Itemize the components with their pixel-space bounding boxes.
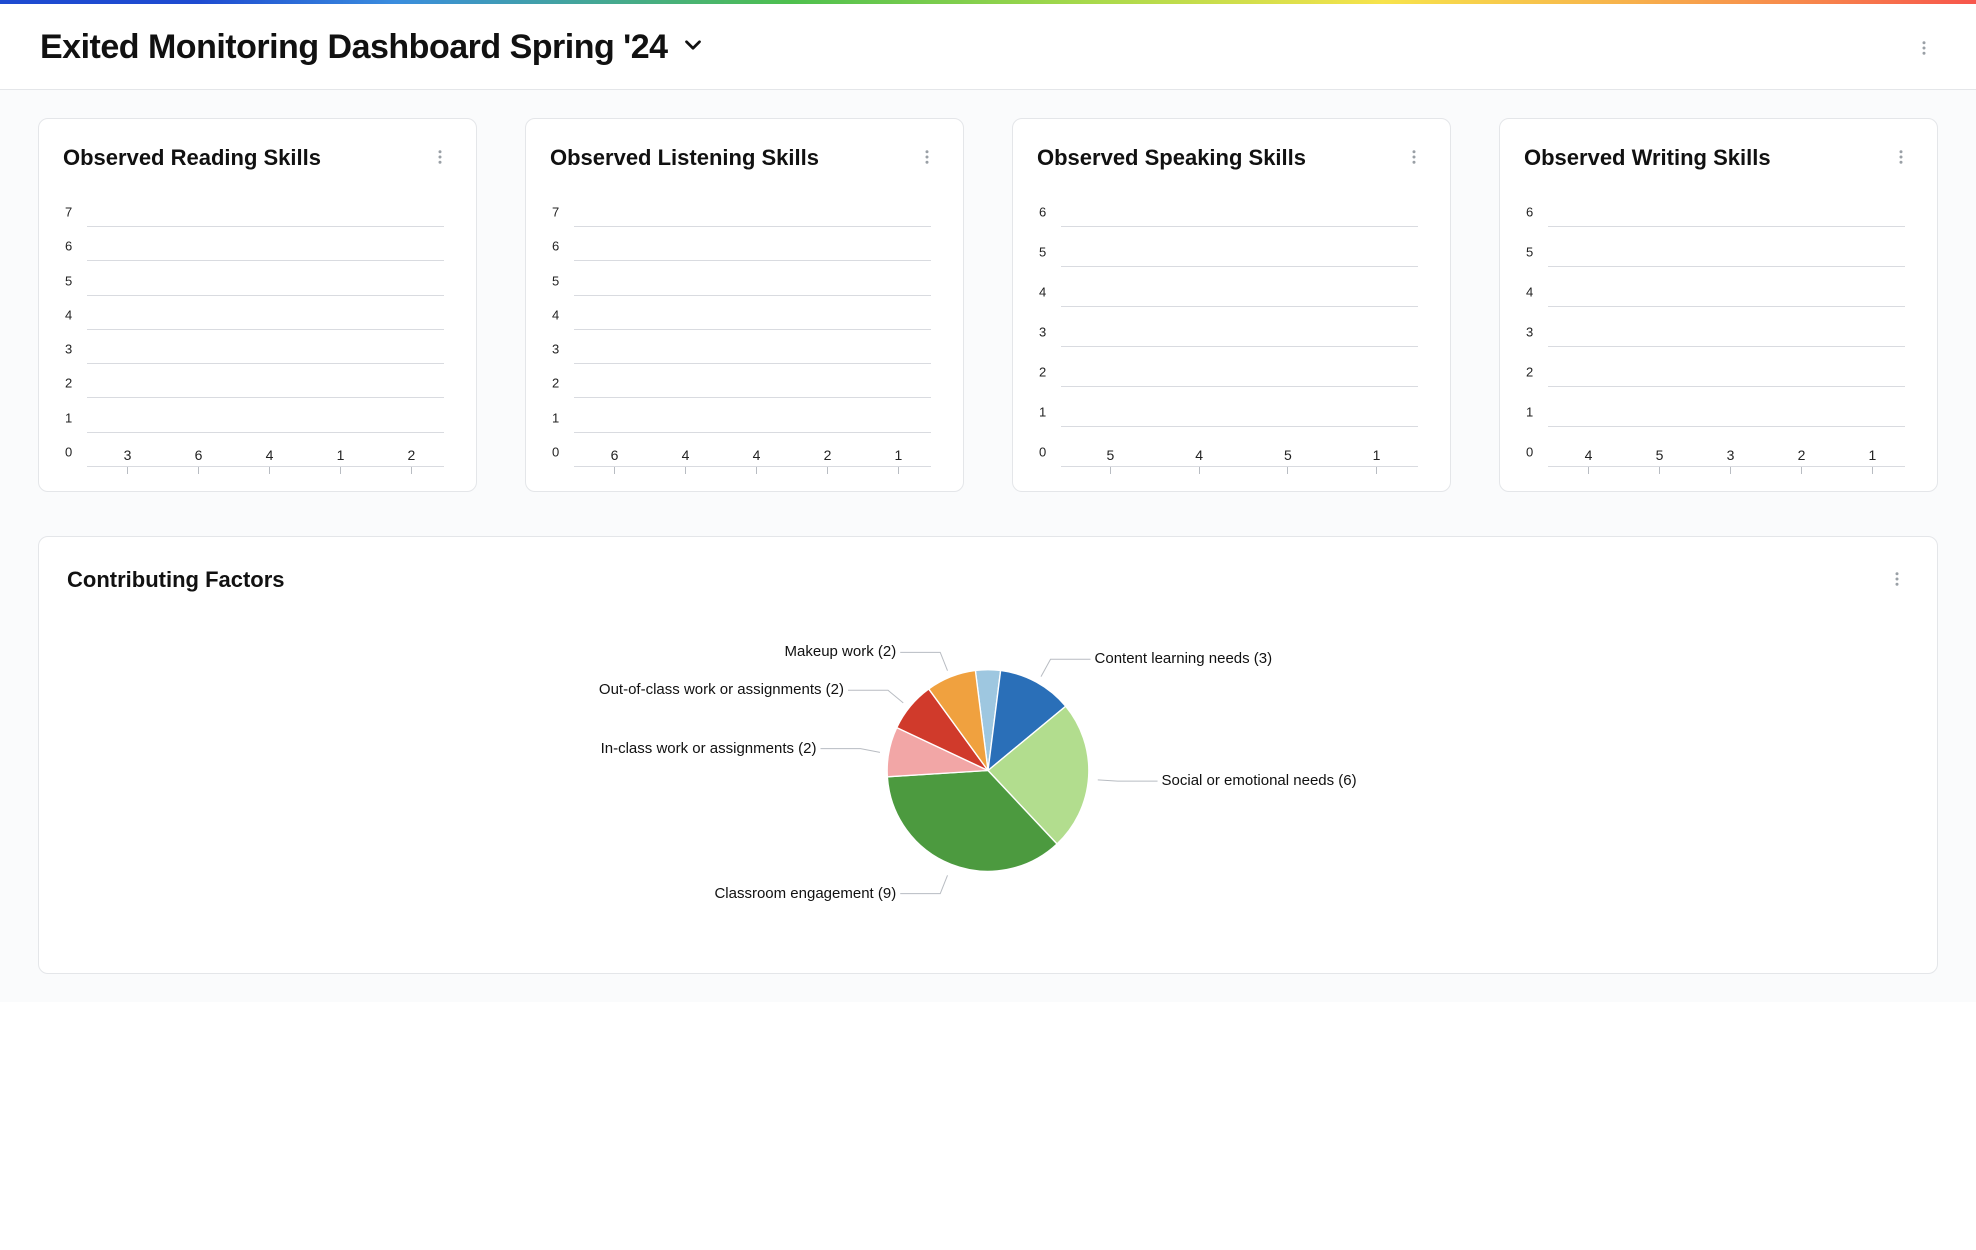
y-axis-tick: 1 — [1526, 405, 1533, 420]
bar-value-label: 4 — [266, 447, 274, 463]
card-title: Observed Reading Skills — [63, 145, 321, 171]
y-axis-tick: 4 — [552, 307, 559, 322]
card-title: Observed Writing Skills — [1524, 145, 1771, 171]
y-axis-tick: 1 — [552, 410, 559, 425]
bar-value-label: 2 — [408, 447, 416, 463]
bar-chart-listening: 0123456764421 — [574, 227, 931, 467]
card-writing: Observed Writing Skills 0 1 2 3 4 5 6 4 5 3 2 1 — [1499, 118, 1938, 492]
y-axis-tick: 7 — [65, 205, 72, 220]
y-axis-tick: 3 — [1039, 325, 1046, 340]
y-axis-tick: 5 — [1039, 245, 1046, 260]
card-more-menu[interactable] — [1889, 145, 1913, 169]
bar-value-label: 6 — [195, 447, 203, 463]
bar-chart-speaking: 01234565451 — [1061, 227, 1418, 467]
y-axis-tick: 2 — [1526, 365, 1533, 380]
content: Observed Reading Skills 0 1 2 3 4 5 6 7 3 6 4 1 2 Ob… — [0, 90, 1976, 1002]
y-axis-tick: 1 — [1039, 405, 1046, 420]
bar-value-label: 6 — [611, 447, 619, 463]
skills-cards-row: Observed Reading Skills 0 1 2 3 4 5 6 7 3 6 4 1 2 Ob… — [38, 118, 1938, 492]
y-axis-tick: 6 — [65, 239, 72, 254]
bar-chart-reading: 0123456736412 — [87, 227, 444, 467]
bar-value-label: 2 — [1798, 447, 1806, 463]
y-axis-tick: 4 — [65, 307, 72, 322]
y-axis-tick: 0 — [1039, 445, 1046, 460]
y-axis-tick: 6 — [1039, 205, 1046, 220]
y-axis-tick: 7 — [552, 205, 559, 220]
y-axis-tick: 0 — [1526, 445, 1533, 460]
y-axis-tick: 1 — [65, 410, 72, 425]
bar-value-label: 4 — [1195, 447, 1203, 463]
card-more-menu[interactable] — [1402, 145, 1426, 169]
y-axis-tick: 4 — [1526, 285, 1533, 300]
y-axis-tick: 6 — [552, 239, 559, 254]
y-axis-tick: 4 — [1039, 285, 1046, 300]
y-axis-tick: 5 — [552, 273, 559, 288]
pie-slice-label: In-class work or assignments (2) — [601, 740, 817, 757]
pie-slice-label: Makeup work (2) — [785, 643, 897, 660]
y-axis-tick: 2 — [552, 376, 559, 391]
pie-slice-label: Out-of-class work or assignments (2) — [599, 681, 844, 698]
bar-value-label: 5 — [1284, 447, 1292, 463]
y-axis-tick: 0 — [552, 445, 559, 460]
card-contributing-factors: Contributing Factors Content learning ne… — [38, 536, 1938, 974]
y-axis-tick: 5 — [65, 273, 72, 288]
chevron-down-icon — [680, 32, 706, 63]
bar-value-label: 4 — [682, 447, 690, 463]
y-axis-tick: 3 — [552, 342, 559, 357]
bar-value-label: 2 — [824, 447, 832, 463]
card-more-menu[interactable] — [915, 145, 939, 169]
y-axis-tick: 3 — [65, 342, 72, 357]
bar-value-label: 1 — [895, 447, 903, 463]
header: Exited Monitoring Dashboard Spring '24 — [0, 4, 1976, 90]
card-listening: Observed Listening Skills 0 1 2 3 4 5 6 7 6 4 4 2 1 — [525, 118, 964, 492]
card-reading: Observed Reading Skills 0 1 2 3 4 5 6 7 3 6 4 1 2 — [38, 118, 477, 492]
y-axis-tick: 2 — [1039, 365, 1046, 380]
pie-slice-label: Social or emotional needs (6) — [1162, 772, 1357, 789]
header-more-menu[interactable] — [1912, 36, 1936, 60]
page-title: Exited Monitoring Dashboard Spring '24 — [40, 28, 668, 67]
bar-value-label: 4 — [753, 447, 761, 463]
bar-value-label: 5 — [1107, 447, 1115, 463]
card-more-menu[interactable] — [1885, 567, 1909, 591]
card-more-menu[interactable] — [428, 145, 452, 169]
card-speaking: Observed Speaking Skills 0 1 2 3 4 5 6 5 4 5 1 — [1012, 118, 1451, 492]
pie-chart-contributing: Content learning needs (3) Social or emot… — [67, 613, 1909, 933]
card-title: Observed Speaking Skills — [1037, 145, 1306, 171]
bar-value-label: 1 — [1869, 447, 1877, 463]
y-axis-tick: 3 — [1526, 325, 1533, 340]
bar-chart-writing: 012345645321 — [1548, 227, 1905, 467]
y-axis-tick: 6 — [1526, 205, 1533, 220]
bar-value-label: 5 — [1656, 447, 1664, 463]
pie-slice-label: Content learning needs (3) — [1095, 650, 1273, 667]
y-axis-tick: 5 — [1526, 245, 1533, 260]
bar-value-label: 3 — [1727, 447, 1735, 463]
pie-slice-label: Classroom engagement (9) — [714, 885, 896, 902]
y-axis-tick: 0 — [65, 445, 72, 460]
card-title: Contributing Factors — [67, 567, 285, 593]
bar-value-label: 3 — [124, 447, 132, 463]
dashboard-title-dropdown[interactable]: Exited Monitoring Dashboard Spring '24 — [40, 28, 706, 67]
card-title: Observed Listening Skills — [550, 145, 819, 171]
bar-value-label: 1 — [1373, 447, 1381, 463]
bar-value-label: 1 — [337, 447, 345, 463]
bar-value-label: 4 — [1585, 447, 1593, 463]
y-axis-tick: 2 — [65, 376, 72, 391]
